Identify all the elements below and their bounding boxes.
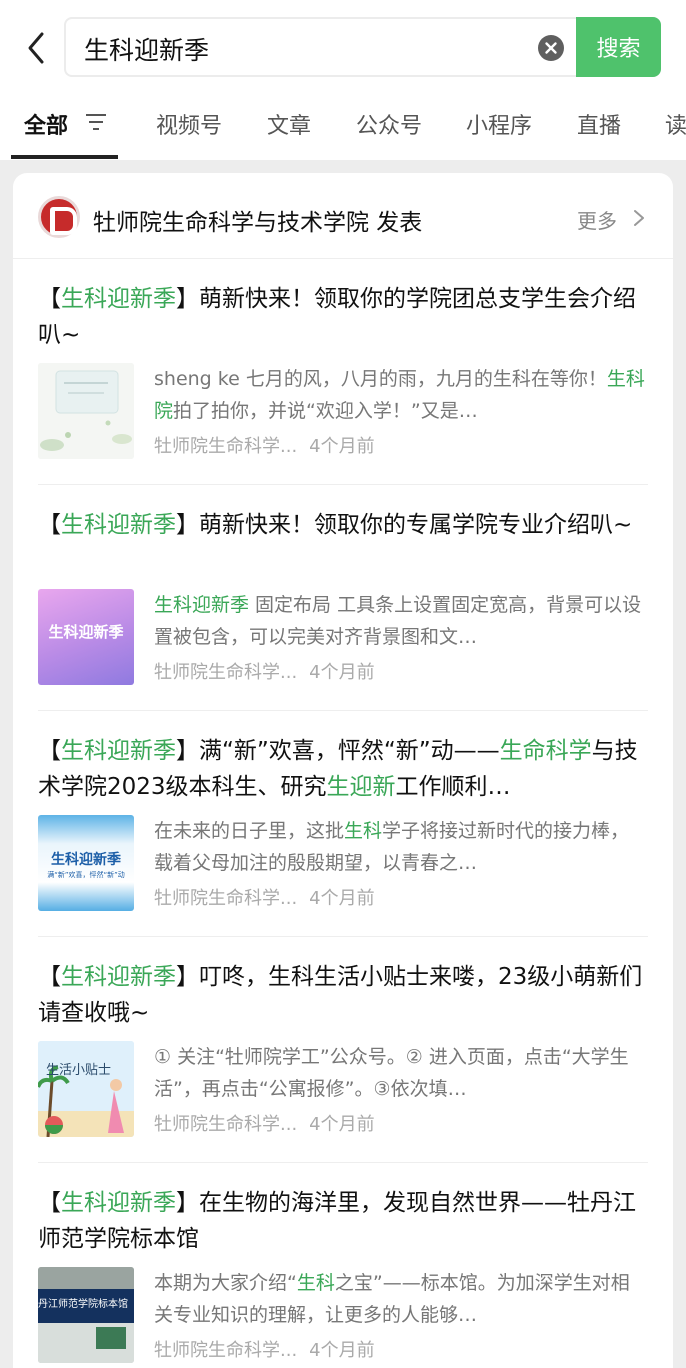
text-segment: 】满“新”欢喜，怦然“新”动——: [176, 738, 500, 764]
highlighted-keyword: 生命科学: [499, 738, 592, 764]
tab-mini-programs[interactable]: 小程序: [466, 108, 532, 140]
text-segment: 工作顺利…: [395, 774, 511, 800]
thumbnail-illustration: [38, 1041, 134, 1137]
article-title: 【生科迎新季】叮咚，生科生活小贴士来喽，23级小萌新们请查收哦~: [38, 959, 646, 1031]
highlighted-keyword: 生科迎新季: [61, 512, 176, 538]
thumbnail-illustration: [38, 1267, 134, 1363]
thumbnail-subcaption: 满“新”欢喜，怦然“新”动: [47, 871, 125, 879]
tab-live[interactable]: 直播: [577, 108, 621, 140]
account-header[interactable]: 牡师院生命科学与技术学院 发表 更多: [13, 173, 673, 259]
article-thumbnail: 生科迎新季 满“新”欢喜，怦然“新”动: [38, 815, 134, 911]
article-time: 4个月前: [309, 436, 375, 457]
highlighted-keyword: 生科迎新季: [154, 594, 250, 616]
article-thumbnail: [38, 363, 134, 459]
article-thumbnail: 生科迎新季: [38, 589, 134, 685]
article-source: 牡师院生命科学...: [154, 436, 298, 457]
article-title: 【生科迎新季】萌新快来！领取你的学院团总支学生会介绍叭~: [38, 281, 646, 353]
account-name: 牡师院生命科学与技术学院 发表: [93, 210, 423, 236]
article-meta: 牡师院生命科学... 4个月前: [154, 1336, 375, 1362]
back-arrow-icon[interactable]: [22, 28, 50, 68]
thumbnail-caption: 生科迎新季: [48, 623, 124, 641]
article-time: 4个月前: [309, 1114, 375, 1135]
text-segment: 】萌新快来！领取你的专属学院专业介绍叭~: [176, 512, 633, 538]
text-segment: 【: [38, 1190, 61, 1216]
highlighted-keyword: 生科迎新季: [61, 964, 176, 990]
highlighted-keyword: 生科: [344, 820, 383, 842]
text-segment: 在未来的日子里，这批: [154, 820, 345, 842]
article-snippet: 在未来的日子里，这批生科学子将接过新时代的接力棒，载着父母加注的殷殷期望，以青春…: [154, 815, 648, 879]
tab-all[interactable]: 全部: [24, 108, 68, 140]
article-thumbnail: 丹江师范学院标本馆: [38, 1267, 134, 1363]
article-source: 牡师院生命科学...: [154, 1114, 298, 1135]
article-title: 【生科迎新季】满“新”欢喜，怦然“新”动——生命科学与技术学院2023级本科生、…: [38, 733, 646, 805]
active-tab-indicator: [11, 155, 118, 159]
article-source: 牡师院生命科学...: [154, 1340, 298, 1361]
text-segment: 【: [38, 964, 61, 990]
filter-icon[interactable]: [84, 111, 108, 133]
text-segment: 本期为大家介绍“: [154, 1272, 297, 1294]
article-meta: 牡师院生命科学... 4个月前: [154, 432, 375, 458]
tab-channels[interactable]: 视频号: [156, 108, 222, 140]
article-item[interactable]: 【生科迎新季】萌新快来！领取你的学院团总支学生会介绍叭~ sheng ke 七月…: [38, 259, 648, 485]
article-item[interactable]: 【生科迎新季】满“新”欢喜，怦然“新”动——生命科学与技术学院2023级本科生、…: [38, 711, 648, 937]
tab-read[interactable]: 读: [665, 108, 686, 140]
thumbnail-caption: 生活小贴士: [46, 1063, 112, 1078]
article-snippet: ① 关注“牡师院学工”公众号。② 进入页面，点击“大学生活”，再点击“公寓报修”…: [154, 1041, 648, 1105]
text-segment: sheng ke 七月的风，八月的雨，九月的生科在等你！: [154, 368, 607, 390]
article-source: 牡师院生命科学...: [154, 662, 298, 683]
article-source: 牡师院生命科学...: [154, 888, 298, 909]
article-snippet: sheng ke 七月的风，八月的雨，九月的生科在等你！生科院拍了拍你，并说“欢…: [154, 363, 648, 427]
article-time: 4个月前: [309, 1340, 375, 1361]
article-title: 【生科迎新季】在生物的海洋里，发现自然世界——牡丹江师范学院标本馆: [38, 1185, 646, 1257]
account-avatar: [38, 196, 80, 238]
tab-articles[interactable]: 文章: [267, 108, 311, 140]
highlighted-keyword: 生迎新: [326, 774, 396, 800]
search-input[interactable]: 生科迎新季: [64, 17, 582, 77]
article-item[interactable]: 【生科迎新季】在生物的海洋里，发现自然世界——牡丹江师范学院标本馆 丹江师范学院…: [38, 1163, 648, 1368]
filter-tabs: 全部 视频号 文章 公众号 小程序 直播 读: [0, 100, 686, 160]
article-item[interactable]: 【生科迎新季】萌新快来！领取你的专属学院专业介绍叭~ 生科迎新季 生科迎新季 固…: [38, 485, 648, 711]
article-meta: 牡师院生命科学... 4个月前: [154, 1110, 375, 1136]
article-meta: 牡师院生命科学... 4个月前: [154, 658, 375, 684]
text-segment: 【: [38, 738, 61, 764]
text-segment: 【: [38, 286, 61, 312]
top-bar: 生科迎新季 搜索 全部 视频号 文章 公众号 小程序 直播 读: [0, 0, 686, 160]
search-query: 生科迎新季: [84, 36, 210, 65]
text-segment: 拍了拍你，并说“欢迎入学！”又是…: [173, 400, 478, 422]
thumbnail-caption: 生科迎新季: [51, 852, 121, 868]
article-meta: 牡师院生命科学... 4个月前: [154, 884, 375, 910]
tab-official-accounts[interactable]: 公众号: [356, 108, 422, 140]
article-snippet: 生科迎新季 固定布局 工具条上设置固定宽高，背景可以设置被包含，可以完美对齐背景…: [154, 589, 648, 653]
search-button[interactable]: 搜索: [576, 17, 661, 77]
highlighted-keyword: 生科迎新季: [61, 286, 176, 312]
article-snippet: 本期为大家介绍“生科之宝”——标本馆。为加深学生对相关专业知识的理解，让更多的人…: [154, 1267, 648, 1331]
article-item[interactable]: 【生科迎新季】叮咚，生科生活小贴士来喽，23级小萌新们请查收哦~ 生活小贴士 ①…: [38, 937, 648, 1163]
results-card: 牡师院生命科学与技术学院 发表 更多 【生科迎新季】萌新快来！领取你的学院团总支…: [13, 173, 673, 1368]
text-segment: ① 关注“牡师院学工”公众号。② 进入页面，点击“大学生活”，再点击“公寓报修”…: [154, 1046, 629, 1100]
highlighted-keyword: 生科迎新季: [61, 738, 176, 764]
thumbnail-caption: 丹江师范学院标本馆: [38, 1299, 128, 1310]
highlighted-keyword: 生科: [296, 1272, 335, 1294]
chevron-right-icon[interactable]: [633, 209, 645, 227]
article-time: 4个月前: [309, 662, 375, 683]
highlighted-keyword: 生科迎新季: [61, 1190, 176, 1216]
more-link[interactable]: 更多: [577, 205, 617, 234]
thumbnail-illustration: [38, 363, 134, 459]
article-thumbnail: 生活小贴士: [38, 1041, 134, 1137]
text-segment: 【: [38, 512, 61, 538]
article-title: 【生科迎新季】萌新快来！领取你的专属学院专业介绍叭~: [38, 507, 646, 543]
clear-search-icon[interactable]: [538, 35, 564, 61]
article-time: 4个月前: [309, 888, 375, 909]
